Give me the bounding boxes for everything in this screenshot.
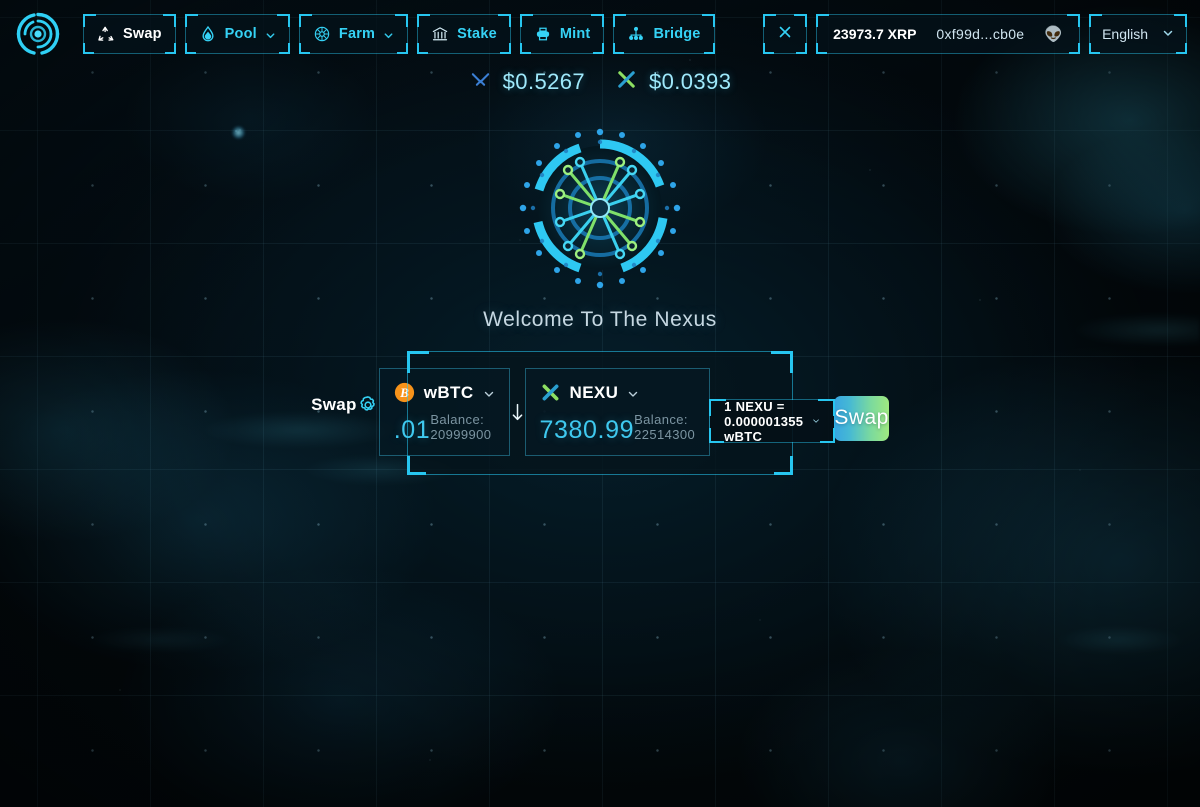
nexus-emblem-icon xyxy=(510,118,690,298)
close-button[interactable] xyxy=(763,14,808,54)
wallet-balance: 23973.7 XRP xyxy=(833,26,917,42)
swap-to-box[interactable]: NEXU 7380.99 Balance: 22514300 xyxy=(524,368,711,456)
hero-title: Welcome To The Nexus xyxy=(483,308,717,331)
language-selector[interactable]: English xyxy=(1089,14,1187,54)
price-ticker: $0.5267 $0.0393 xyxy=(0,68,1200,96)
swap-card-title: Swap xyxy=(311,395,357,414)
nav-item-label: Mint xyxy=(559,26,591,42)
bank-icon xyxy=(431,25,449,43)
nexu-x-icon xyxy=(540,382,561,403)
swap-to-amount-row: 7380.99 Balance: 22514300 xyxy=(540,412,696,445)
hero-section: Welcome To The Nexus xyxy=(0,118,1200,332)
exchange-rate-text: 1 NEXU = 0.000001355 wBTC xyxy=(724,398,804,444)
chevron-down-icon xyxy=(627,387,639,399)
nav-item-swap[interactable]: Swap xyxy=(83,14,176,54)
swap-direction-button[interactable] xyxy=(510,396,525,428)
language-value: English xyxy=(1102,26,1148,42)
svg-text:B: B xyxy=(399,385,409,400)
swap-submit-button[interactable]: Swap xyxy=(834,395,889,441)
ticker-item-nexu: $0.0393 xyxy=(615,68,731,96)
chevron-down-icon xyxy=(1162,26,1174,42)
primary-nav: Swap Pool Farm Stake Mint Bridge xyxy=(83,14,715,54)
close-x-icon xyxy=(776,23,794,46)
chevron-down-icon xyxy=(383,29,394,40)
app-root: Swap Pool Farm Stake Mint Bridge 23973.7… xyxy=(0,0,1200,807)
xrp-x-icon xyxy=(469,68,492,96)
swap-card: Swap B wBTC .01 Balance: 20999900 NEXU 7… xyxy=(311,351,889,475)
chevron-down-icon xyxy=(265,29,276,40)
nav-item-pool[interactable]: Pool xyxy=(184,14,291,54)
chevron-down-icon[interactable] xyxy=(812,413,820,430)
network-nodes-icon xyxy=(627,25,645,43)
swap-from-amount-row: .01 Balance: 20999900 xyxy=(394,412,495,445)
recycle-swap-icon xyxy=(97,25,115,43)
nav-item-label: Stake xyxy=(457,26,497,42)
swap-from-box[interactable]: B wBTC .01 Balance: 20999900 xyxy=(378,368,510,456)
wallet-button[interactable]: 23973.7 XRP 0xf99d...cb0e 👽 xyxy=(816,14,1081,54)
wallet-address: 0xf99d...cb0e xyxy=(936,26,1025,42)
alien-avatar-icon: 👽 xyxy=(1044,25,1064,43)
nav-item-label: Bridge xyxy=(653,26,701,42)
nav-item-label: Swap xyxy=(123,26,162,42)
nav-item-mint[interactable]: Mint xyxy=(519,14,605,54)
swap-to-amount-input[interactable]: 7380.99 xyxy=(540,416,635,445)
bitcoin-icon: B xyxy=(394,382,415,403)
nav-item-stake[interactable]: Stake xyxy=(417,14,511,54)
swap-from-balance: Balance: 20999900 xyxy=(430,412,492,442)
ticker-item-xrp: $0.5267 xyxy=(469,68,585,96)
exchange-rate-bar[interactable]: 1 NEXU = 0.000001355 wBTC xyxy=(709,398,836,444)
nav-item-farm[interactable]: Farm xyxy=(298,14,409,54)
swap-from-amount-input[interactable]: .01 xyxy=(394,416,431,445)
nav-item-bridge[interactable]: Bridge xyxy=(613,14,715,54)
ticker-price: $0.5267 xyxy=(502,69,585,94)
chevron-down-icon xyxy=(483,387,495,399)
swap-from-token-symbol: wBTC xyxy=(423,382,474,402)
ticker-price: $0.0393 xyxy=(649,69,732,94)
swap-to-token-selector[interactable]: NEXU xyxy=(540,382,696,403)
swap-to-token-symbol: NEXU xyxy=(569,382,619,402)
stamp-printer-icon xyxy=(534,25,552,43)
nexu-x-icon xyxy=(615,68,638,96)
brand-logo-icon[interactable] xyxy=(14,10,62,58)
swap-to-balance: Balance: 22514300 xyxy=(634,412,696,442)
top-navigation-bar: Swap Pool Farm Stake Mint Bridge 23973.7… xyxy=(0,0,1200,68)
flower-gear-icon xyxy=(313,25,331,43)
nav-item-label: Farm xyxy=(338,26,376,42)
top-right-controls: 23973.7 XRP 0xf99d...cb0e 👽 English xyxy=(763,14,1187,54)
nav-item-label: Pool xyxy=(224,26,257,42)
swap-card-header: Swap xyxy=(311,394,379,416)
water-drop-icon xyxy=(199,25,217,43)
gear-icon[interactable] xyxy=(357,394,379,416)
swap-from-token-selector[interactable]: B wBTC xyxy=(394,382,495,403)
arrow-down-icon xyxy=(510,403,525,422)
